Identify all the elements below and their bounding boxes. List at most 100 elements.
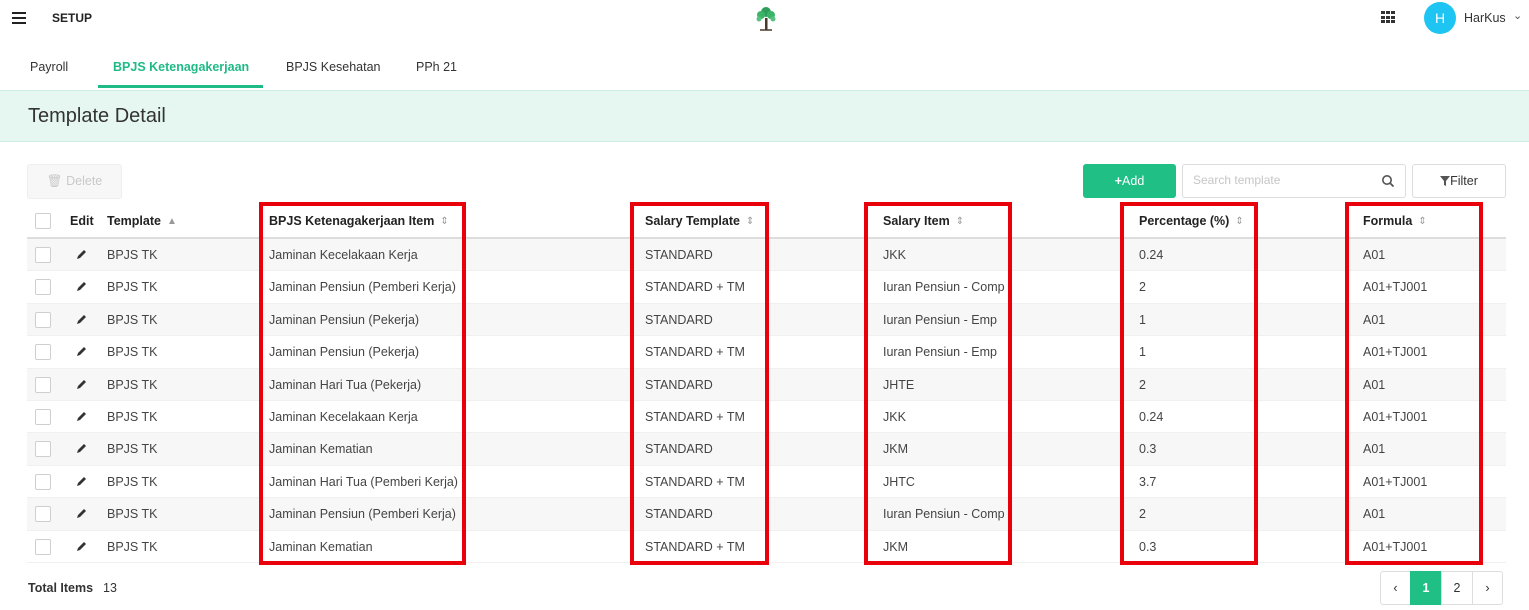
cell-salary-template: STANDARD xyxy=(645,442,713,457)
cell-salary-item: Iuran Pensiun - Comp xyxy=(883,280,1005,295)
column-header-salary-item[interactable]: Salary Item ⇕ xyxy=(883,214,964,228)
pencil-edit-icon[interactable] xyxy=(76,281,87,292)
cell-formula: A01 xyxy=(1363,248,1386,262)
cell-percentage: 2 xyxy=(1139,280,1146,295)
menu-icon[interactable] xyxy=(12,12,26,24)
tab-bar: Payroll BPJS Ketenagakerjaan BPJS Keseha… xyxy=(0,44,1529,90)
row-checkbox[interactable] xyxy=(35,441,51,458)
user-name[interactable]: HarKus xyxy=(1464,11,1506,25)
sort-asc-icon[interactable]: ▲ xyxy=(167,216,177,227)
table-row[interactable]: BPJS TK Jaminan Kematian STANDARD + TM JKM 0… xyxy=(27,531,1506,563)
trash-icon: 🗑 xyxy=(46,174,63,188)
row-checkbox[interactable] xyxy=(35,311,51,328)
column-label: Formula xyxy=(1363,214,1413,228)
pencil-edit-icon[interactable] xyxy=(76,314,87,325)
cell-percentage: 3.7 xyxy=(1139,474,1157,489)
tab-pph21[interactable]: PPh 21 xyxy=(416,60,457,74)
filter-label: Filter xyxy=(1450,174,1478,188)
table-row[interactable]: BPJS TK Jaminan Kematian STANDARD JKM 0.3 A01 xyxy=(27,433,1506,466)
cell-template: BPJS TK xyxy=(107,507,158,522)
column-header-formula[interactable]: Formula ⇕ xyxy=(1363,214,1427,228)
table-row[interactable]: BPJS TK Jaminan Pensiun (Pekerja) STANDARD… xyxy=(27,303,1506,337)
delete-button[interactable]: 🗑 Delete xyxy=(27,164,122,199)
cell-template: BPJS TK xyxy=(107,312,158,327)
page-button-2[interactable]: 2 xyxy=(1441,571,1473,605)
apps-grid-icon[interactable] xyxy=(1381,11,1396,24)
page-title: Template Detail xyxy=(28,105,166,127)
table-header: Edit Template ▲ BPJS Ketenagakerjaan Item… xyxy=(27,205,1506,239)
filter-button[interactable]: Filter xyxy=(1412,164,1506,198)
row-checkbox[interactable] xyxy=(35,376,51,393)
table-row[interactable]: BPJS TK Jaminan Pensiun (Pekerja) STANDARD… xyxy=(27,336,1506,369)
page-button-1[interactable]: 1 xyxy=(1410,571,1442,605)
row-checkbox[interactable] xyxy=(35,506,51,523)
cell-salary-template: STANDARD xyxy=(645,248,713,262)
cell-salary-item: JKK xyxy=(883,409,906,424)
cell-salary-item: JKM xyxy=(883,539,908,554)
cell-salary-template: STANDARD + TM xyxy=(645,474,745,489)
pencil-edit-icon[interactable] xyxy=(76,411,87,422)
row-checkbox[interactable] xyxy=(35,279,51,296)
cell-salary-template: STANDARD + TM xyxy=(645,539,745,554)
sort-icon[interactable]: ⇕ xyxy=(440,216,448,227)
cell-salary-template: STANDARD + TM xyxy=(645,280,745,295)
row-checkbox[interactable] xyxy=(35,473,51,490)
sort-icon[interactable]: ⇕ xyxy=(746,216,754,227)
cell-percentage: 2 xyxy=(1139,377,1146,392)
page-header: Template Detail xyxy=(0,90,1529,142)
chevron-down-icon[interactable]: ⌄ xyxy=(1513,9,1522,22)
column-header-percentage[interactable]: Percentage (%) ⇕ xyxy=(1139,214,1244,228)
pencil-edit-icon[interactable] xyxy=(76,249,87,260)
pencil-edit-icon[interactable] xyxy=(76,541,87,552)
active-tab-indicator xyxy=(98,85,263,88)
tree-logo-icon[interactable] xyxy=(752,4,780,32)
search-input[interactable] xyxy=(1193,173,1373,187)
cell-formula: A01 xyxy=(1363,507,1386,522)
tab-bpjs-kesehatan[interactable]: BPJS Kesehatan xyxy=(286,60,381,74)
sort-icon[interactable]: ⇕ xyxy=(1235,216,1243,227)
pencil-edit-icon[interactable] xyxy=(76,508,87,519)
avatar[interactable]: H xyxy=(1424,2,1456,34)
pencil-edit-icon[interactable] xyxy=(76,346,87,357)
pencil-edit-icon[interactable] xyxy=(76,379,87,390)
cell-template: BPJS TK xyxy=(107,442,158,457)
select-all-checkbox[interactable] xyxy=(35,213,51,229)
prev-page-button[interactable]: ‹ xyxy=(1380,571,1411,605)
cell-template: BPJS TK xyxy=(107,248,158,262)
table-row[interactable]: BPJS TK Jaminan Hari Tua (Pekerja) STANDAR… xyxy=(27,368,1506,401)
table-row[interactable]: BPJS TK Jaminan Pensiun (Pemberi Kerja) ST… xyxy=(27,271,1506,304)
column-header-item[interactable]: BPJS Ketenagakerjaan Item ⇕ xyxy=(269,214,449,228)
column-label: Salary Template xyxy=(645,214,740,228)
cell-salary-template: STANDARD xyxy=(645,507,713,522)
tab-payroll[interactable]: Payroll xyxy=(30,60,68,74)
search-icon[interactable] xyxy=(1381,174,1395,188)
row-checkbox[interactable] xyxy=(35,247,51,263)
cell-salary-item: JHTC xyxy=(883,474,915,489)
pencil-edit-icon[interactable] xyxy=(76,476,87,487)
table-row[interactable]: BPJS TK Jaminan Kecelakaan Kerja STANDARD … xyxy=(27,401,1506,434)
template-table: Edit Template ▲ BPJS Ketenagakerjaan Item… xyxy=(27,205,1506,563)
column-label: Percentage (%) xyxy=(1139,214,1230,228)
add-button[interactable]: +Add xyxy=(1083,164,1176,198)
row-checkbox[interactable] xyxy=(35,408,51,425)
tab-bpjs-ketenagakerjaan[interactable]: BPJS Ketenagakerjaan xyxy=(113,60,249,74)
cell-salary-template: STANDARD + TM xyxy=(645,409,745,424)
cell-item: Jaminan Pensiun (Pemberi Kerja) xyxy=(269,507,456,522)
cell-formula: A01+TJ001 xyxy=(1363,345,1428,360)
table-row[interactable]: BPJS TK Jaminan Hari Tua (Pemberi Kerja) S… xyxy=(27,466,1506,499)
cell-formula: A01 xyxy=(1363,442,1386,457)
sort-icon[interactable]: ⇕ xyxy=(1418,216,1426,227)
table-row[interactable]: BPJS TK Jaminan Pensiun (Pemberi Kerja) ST… xyxy=(27,498,1506,531)
sort-icon[interactable]: ⇕ xyxy=(956,216,964,227)
column-header-edit: Edit xyxy=(70,214,94,228)
cell-template: BPJS TK xyxy=(107,377,158,392)
table-row[interactable]: BPJS TK Jaminan Kecelakaan Kerja STANDARD J… xyxy=(27,239,1506,272)
row-checkbox[interactable] xyxy=(35,538,51,555)
cell-salary-item: JKK xyxy=(883,248,906,262)
cell-salary-item: JHTE xyxy=(883,377,915,392)
column-header-template[interactable]: Template ▲ xyxy=(107,214,177,228)
pencil-edit-icon[interactable] xyxy=(76,443,87,454)
next-page-button[interactable]: › xyxy=(1472,571,1503,605)
column-header-salary-template[interactable]: Salary Template ⇕ xyxy=(645,214,754,228)
row-checkbox[interactable] xyxy=(35,344,51,361)
